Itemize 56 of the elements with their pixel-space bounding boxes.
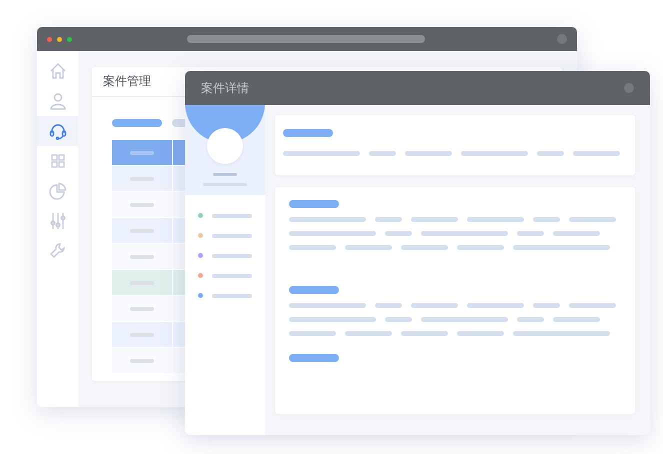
placeholder-bar: [533, 303, 560, 308]
placeholder-bar: [112, 119, 162, 127]
grid-icon: [48, 152, 66, 170]
sliders-icon: [48, 212, 66, 230]
minimize-dot-icon[interactable]: [57, 36, 62, 42]
placeholder-bar: [457, 245, 504, 250]
placeholder-bar: [130, 150, 154, 154]
close-dot-icon[interactable]: [47, 36, 52, 42]
placeholder-bar: [569, 303, 616, 308]
placeholder-bar: [213, 173, 237, 176]
placeholder-bar: [461, 151, 528, 156]
wrench-icon: [48, 242, 66, 260]
placeholder-bar: [537, 151, 564, 156]
placeholder-bar: [345, 245, 392, 250]
placeholder-bar: [212, 294, 252, 298]
placeholder-bar: [569, 217, 616, 222]
placeholder-bar: [375, 217, 402, 222]
placeholder-bar: [375, 303, 402, 308]
placeholder-bar: [283, 129, 333, 137]
placeholder-bar: [411, 303, 458, 308]
user-icon: [48, 92, 66, 110]
placeholder-bar: [401, 245, 448, 250]
avatar-circle: [207, 128, 243, 164]
placeholder-bar: [289, 245, 336, 250]
home-icon: [48, 62, 66, 80]
placeholder-bar: [401, 331, 448, 336]
placeholder-bar: [212, 254, 252, 258]
placeholder-bar: [289, 331, 336, 336]
placeholder-bar: [553, 231, 600, 236]
placeholder-bar: [289, 200, 339, 208]
placeholder-bar: [385, 317, 412, 322]
pie-icon: [48, 182, 66, 200]
placeholder-bar: [289, 354, 339, 362]
placeholder-bar: [345, 331, 392, 336]
card-title: 案件管理: [103, 73, 151, 90]
placeholder-bar: [553, 317, 600, 322]
window-title: 案件详情: [201, 80, 249, 96]
placeholder-bar: [411, 217, 458, 222]
placeholder-bar: [533, 217, 560, 222]
placeholder-bar: [385, 231, 412, 236]
placeholder-bar: [289, 286, 339, 294]
placeholder-bar: [212, 234, 252, 238]
sidebar-item[interactable]: [37, 116, 78, 146]
placeholder-bar: [405, 151, 452, 156]
placeholder-bar: [467, 217, 524, 222]
placeholder-bar: [517, 231, 544, 236]
placeholder-bar: [212, 214, 252, 218]
placeholder-bar: [369, 151, 396, 156]
address-bar[interactable]: [187, 35, 425, 43]
placeholder-bar: [517, 317, 544, 322]
maximize-dot-icon[interactable]: [67, 36, 72, 42]
headset-icon: [48, 122, 66, 140]
placeholder-bar: [212, 274, 252, 278]
placeholder-bar: [457, 331, 504, 336]
placeholder-bar: [573, 151, 620, 156]
placeholder-bar: [467, 303, 524, 308]
